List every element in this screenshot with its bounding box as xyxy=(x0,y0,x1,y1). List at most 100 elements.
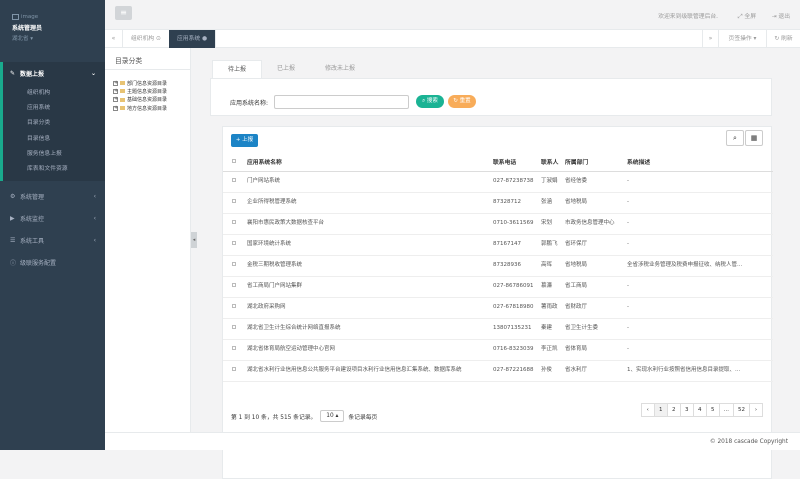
submenu-item-service-report[interactable]: 服务信息上报 xyxy=(3,145,105,160)
menu-toggle-button[interactable]: ≡ xyxy=(115,6,132,20)
tab-reported[interactable]: 已上报 xyxy=(262,60,310,78)
expand-icon[interactable]: + xyxy=(113,88,118,94)
expand-icon[interactable]: + xyxy=(113,80,118,86)
prev-page-button[interactable]: ‹ xyxy=(640,403,655,417)
page-size-dropdown[interactable]: 10 ▴ xyxy=(320,410,345,422)
province-dropdown[interactable]: 湖北省 ▾ xyxy=(12,34,105,42)
cell-desc: - xyxy=(625,192,773,214)
table-row[interactable]: 湖北政府采购网 027-67818980 薯雨政 省财政厅 - xyxy=(223,297,773,319)
cell-desc: - xyxy=(625,297,773,319)
edit-icon: ✎ xyxy=(10,69,16,77)
user-name[interactable]: 系统管理员 xyxy=(12,23,105,32)
submenu-item-appsys[interactable]: 应用系统 xyxy=(3,99,105,114)
tree-node-label: 主题信息资源目录 xyxy=(127,88,168,95)
cell-phone: 87167147 xyxy=(491,234,539,256)
tree-node-label: 基础信息资源目录 xyxy=(127,97,168,104)
page-button[interactable]: 5 xyxy=(705,403,720,417)
caret-left-icon: ◂ xyxy=(192,237,196,243)
table-row[interactable]: 襄阳市惠民政策大数据核查平台 0710-3611569 宋划 市政务信息管理中心 - xyxy=(223,213,773,235)
tree-node[interactable]: + 部门信息资源目录 xyxy=(105,79,190,87)
row-checkbox[interactable] xyxy=(231,261,237,267)
cell-dept: 市政务信息管理中心 xyxy=(563,213,625,235)
col-header-dept[interactable]: 所属部门 xyxy=(563,153,625,172)
report-button[interactable]: + 上报 xyxy=(231,134,258,147)
row-checkbox[interactable] xyxy=(231,324,237,330)
status-tabs: 待上报 已上报 修改未上报 xyxy=(212,60,370,78)
tab-pending[interactable]: 待上报 xyxy=(212,60,263,78)
row-checkbox[interactable] xyxy=(231,345,237,351)
nav-cascade-config[interactable]: ⓘ 级联服务配置 xyxy=(0,251,105,273)
table-row[interactable]: 企业所得税管理系统 87328712 张涵 省地税局 - xyxy=(223,192,773,214)
cell-contact: 薯雨政 xyxy=(539,297,563,319)
col-header-phone[interactable]: 联系电话 xyxy=(491,153,539,172)
expand-icon[interactable]: + xyxy=(113,105,118,111)
next-page-button[interactable]: › xyxy=(749,403,763,417)
reset-button[interactable]: ↻ 重置 xyxy=(448,95,476,108)
search-toggle-button[interactable]: ⌕ xyxy=(726,130,744,146)
table-row[interactable]: 金税三期税收管理系统 87328936 高晖 省地税局 全省涉税业务管理及税费申报征收、… xyxy=(223,255,773,277)
hamburger-icon: ≡ xyxy=(120,8,127,17)
row-checkbox[interactable] xyxy=(231,303,237,309)
cell-phone: 87328936 xyxy=(491,255,539,277)
tab-scroll-right[interactable]: » xyxy=(702,30,718,48)
tree-node[interactable]: + 主题信息资源目录 xyxy=(105,87,190,95)
appsys-name-input[interactable] xyxy=(274,95,409,109)
row-checkbox[interactable] xyxy=(231,240,237,246)
page-button[interactable]: ... xyxy=(718,403,734,417)
columns-icon: ▦ xyxy=(750,134,758,142)
search-icon: ⌕ xyxy=(733,134,737,142)
row-checkbox[interactable] xyxy=(231,177,237,183)
submenu-item-catalog-info[interactable]: 目录信息 xyxy=(3,130,105,145)
nav-system-tools[interactable]: ☰ 系统工具 ‹ xyxy=(0,229,105,251)
logout-button[interactable]: ⇥ 退出 xyxy=(772,11,790,20)
search-button[interactable]: ⌕ 搜索 xyxy=(416,95,444,108)
submenu-item-catalog-class[interactable]: 目录分类 xyxy=(3,114,105,129)
page-button[interactable]: 52 xyxy=(733,403,750,417)
table-row[interactable]: 湖北省体育局航空运动管理中心官网 0716-8323039 李正凯 省体育局 - xyxy=(223,339,773,361)
table-row[interactable]: 湖北省水利行业信用信息公共服务平台建设项目水利行业信用信息汇集系统、数据库系统 0… xyxy=(223,360,773,382)
nav-system-monitor[interactable]: ▶ 系统监控 ‹ xyxy=(0,207,105,229)
page-ops-dropdown[interactable]: 页签操作 ▾ xyxy=(718,30,766,48)
table-row[interactable]: 国家环境统计系统 87167147 郭鹏飞 省环保厅 - xyxy=(223,234,773,256)
fullscreen-label: 全屏 xyxy=(744,14,756,20)
submenu-item-table-file[interactable]: 库表和文件资源 xyxy=(3,160,105,175)
row-checkbox[interactable] xyxy=(231,198,237,204)
cell-dept: 省地税局 xyxy=(563,255,625,277)
row-select-cell xyxy=(223,318,245,340)
col-header-desc[interactable]: 系统描述 xyxy=(625,153,773,172)
tab-appsys[interactable]: 应用系统 ● xyxy=(169,30,217,48)
collapse-tree-button[interactable]: ◂ xyxy=(191,232,197,248)
row-checkbox[interactable] xyxy=(231,366,237,372)
table-row[interactable]: 门户网站系统 027-87238738 丁淑娟 省经信委 - xyxy=(223,171,773,193)
row-checkbox[interactable] xyxy=(231,282,237,288)
columns-button[interactable]: ▦ xyxy=(745,130,763,146)
tree-node[interactable]: + 地方信息资源目录 xyxy=(105,104,190,112)
nav-system-management[interactable]: ⚙ 系统管理 ‹ xyxy=(0,185,105,207)
cell-name: 湖北省卫生计生综合统计网络直报系统 xyxy=(245,318,491,340)
page-button[interactable]: 1 xyxy=(653,403,668,417)
submenu-item-org[interactable]: 组织机构 xyxy=(3,84,105,99)
row-checkbox[interactable] xyxy=(231,219,237,225)
col-header-contact[interactable]: 联系人 xyxy=(539,153,563,172)
fullscreen-button[interactable]: ⤢ 全屏 xyxy=(738,11,756,21)
page-button[interactable]: 4 xyxy=(692,403,707,417)
tab-scroll-left[interactable]: « xyxy=(105,30,123,48)
page-button[interactable]: 2 xyxy=(666,403,681,417)
footer: © 2018 cascade Copyright xyxy=(105,432,800,450)
tree-node[interactable]: + 基础信息资源目录 xyxy=(105,96,190,104)
select-all-checkbox[interactable] xyxy=(231,158,237,163)
table-row[interactable]: 省工商局门户网站集群 027-86786091 慕濂 省工商局 - xyxy=(223,276,773,298)
expand-icon[interactable]: + xyxy=(113,97,118,103)
cell-desc: 1、实现水利行业按照省信用信息目录提取、... xyxy=(625,360,773,382)
nav-data-report[interactable]: ✎ 数据上报 ⌄ xyxy=(0,62,105,84)
col-header-name[interactable]: 应用系统名称 xyxy=(245,153,491,172)
tab-modified-unreported[interactable]: 修改未上报 xyxy=(310,60,370,78)
table-row[interactable]: 湖北省卫生计生综合统计网络直报系统 13807135231 秦建 省卫生计生委 - xyxy=(223,318,773,340)
tab-org[interactable]: 组织机构 ⊙ xyxy=(123,30,170,48)
cell-dept: 省工商局 xyxy=(563,276,625,298)
search-button-label: 搜索 xyxy=(426,98,438,104)
page-button[interactable]: 3 xyxy=(679,403,694,417)
welcome-text: 欢迎来到级联管理后台. xyxy=(658,14,718,20)
row-select-cell xyxy=(223,234,245,256)
refresh-button[interactable]: ↻ 刷新 xyxy=(766,30,800,48)
